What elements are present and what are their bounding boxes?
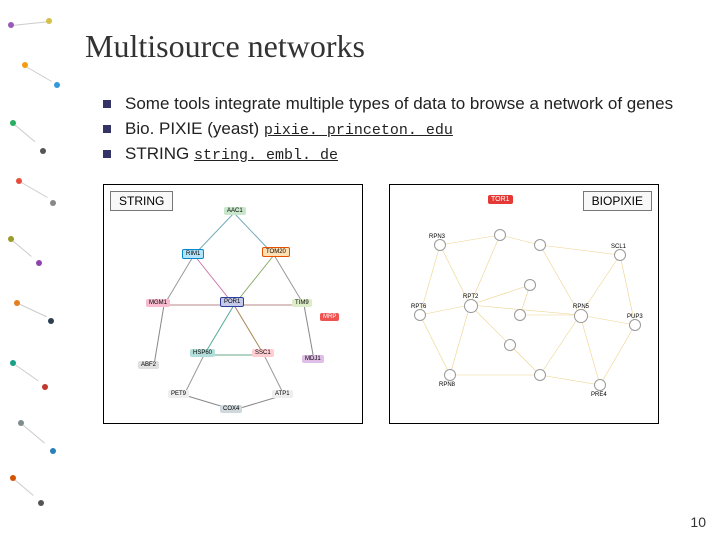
bullet-text: STRING xyxy=(125,144,194,163)
bullet-text: Some tools integrate multiple types of d… xyxy=(125,94,673,113)
decorative-sidebar xyxy=(0,0,70,540)
figure-label-string: STRING xyxy=(110,191,173,211)
slide-title: Multisource networks xyxy=(85,28,705,65)
bullet-item: STRING string. embl. de xyxy=(103,143,705,166)
bullet-text: Bio. PIXIE (yeast) xyxy=(125,119,264,138)
slide-content: Multisource networks Some tools integrat… xyxy=(85,28,705,424)
figure-string: STRING xyxy=(103,184,363,424)
bullet-item: Bio. PIXIE (yeast) pixie. princeton. edu xyxy=(103,118,705,141)
biopixie-network-icon xyxy=(390,185,660,425)
bullet-url: string. embl. de xyxy=(194,147,338,164)
bullet-url: pixie. princeton. edu xyxy=(264,122,453,139)
bullet-item: Some tools integrate multiple types of d… xyxy=(103,93,705,116)
figure-biopixie: BIOPIXIE xyxy=(389,184,659,424)
page-number: 10 xyxy=(690,514,706,530)
figure-label-biopixie: BIOPIXIE xyxy=(583,191,652,211)
bullet-list: Some tools integrate multiple types of d… xyxy=(103,93,705,166)
figure-row: STRING xyxy=(103,184,705,424)
